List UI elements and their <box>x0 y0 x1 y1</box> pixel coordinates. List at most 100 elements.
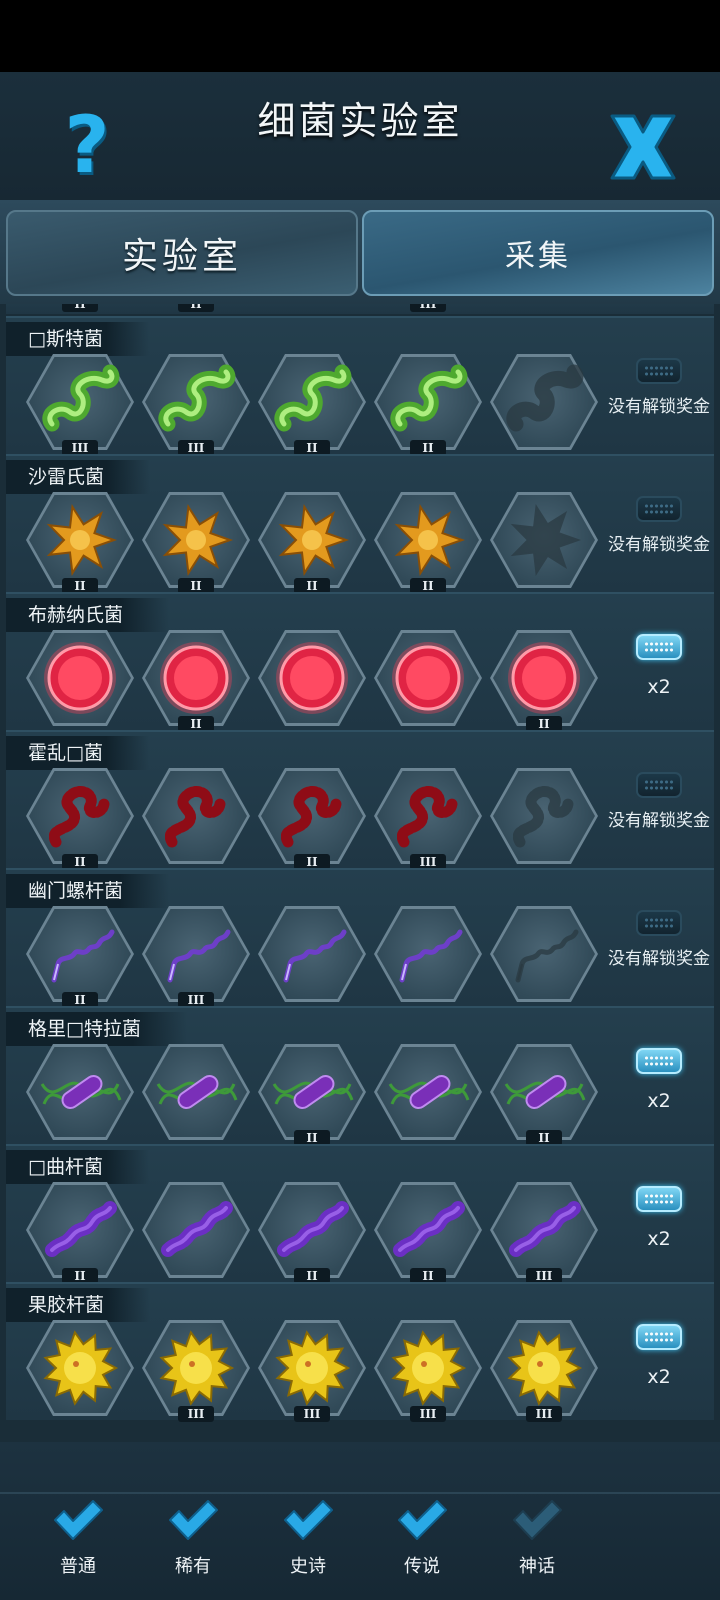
close-x-icon[interactable] <box>606 110 680 184</box>
green-spiral-bacterium-icon <box>158 364 236 432</box>
rarity-filter-toggle[interactable]: 史诗 <box>258 1498 358 1598</box>
bacteria-name: 格里□特拉菌 <box>6 1012 187 1046</box>
reward-chest-icon <box>636 496 682 522</box>
bacteria-slot[interactable] <box>374 906 482 1002</box>
tier-badge: II <box>178 304 214 312</box>
bacteria-slot[interactable] <box>142 1182 250 1278</box>
bacteria-slot[interactable] <box>374 1044 482 1140</box>
reward-area: x2 <box>604 1320 714 1416</box>
bacteria-slot[interactable] <box>258 630 366 726</box>
purple-chain-bacterium-icon <box>277 1201 349 1257</box>
bacteria-list[interactable]: II II III □斯特菌 III III II II 没有解锁奖金 沙雷氏菌 II… <box>0 304 720 1442</box>
bacteria-slot[interactable]: II <box>142 492 250 594</box>
bacteria-slot[interactable]: III <box>490 1320 598 1422</box>
bacteria-slot[interactable] <box>490 492 598 588</box>
bacteria-slot[interactable]: II <box>374 1182 482 1284</box>
bacteria-slot[interactable]: III <box>142 906 250 1008</box>
bacteria-slot[interactable]: II <box>258 1182 366 1284</box>
red-disc-bacterium-icon <box>276 642 348 714</box>
bacteria-row: 果胶杆菌 III III III III x2 <box>6 1282 714 1422</box>
status-bar <box>0 0 720 72</box>
tier-badge: III <box>178 1406 214 1422</box>
bacteria-slot[interactable]: II <box>258 768 366 870</box>
reward-area: 没有解锁奖金 <box>604 492 714 588</box>
rarity-filter-toggle[interactable]: 传说 <box>372 1498 472 1598</box>
rarity-filter-toggle[interactable]: 神话 <box>487 1498 587 1598</box>
chest-dots <box>644 779 674 791</box>
reward-area: x2 <box>604 1182 714 1278</box>
tab-laboratory[interactable]: 实验室 <box>6 210 358 296</box>
red-chain-bacterium-icon <box>48 786 110 848</box>
chest-dots <box>644 641 674 653</box>
bacteria-slot[interactable] <box>490 354 598 450</box>
bacteria-slot[interactable]: III <box>142 1320 250 1422</box>
bacteria-slot[interactable]: III <box>374 768 482 870</box>
checkmark-icon <box>513 1500 562 1540</box>
bacteria-slot[interactable]: III <box>258 1320 366 1422</box>
rarity-filter-label: 史诗 <box>290 1556 326 1577</box>
bacteria-slot[interactable]: II <box>26 1182 134 1284</box>
bacteria-slot[interactable]: II <box>258 492 366 594</box>
bacteria-slot[interactable]: III <box>490 1182 598 1284</box>
bacteria-name: □斯特菌 <box>6 322 149 356</box>
reward-chest-icon <box>636 358 682 384</box>
red-chain-bacterium-icon <box>512 786 574 848</box>
bacteria-slot[interactable]: III <box>142 354 250 456</box>
bacteria-slot[interactable] <box>374 630 482 726</box>
chest-dots <box>644 365 674 377</box>
bacteria-row: 幽门螺杆菌 II III 没有解锁奖金 <box>6 868 714 1008</box>
red-disc-bacterium-icon <box>508 642 580 714</box>
yellow-spiky-bacterium-icon <box>159 1330 235 1406</box>
reward-multiplier: x2 <box>647 1090 671 1112</box>
checkmark-icon <box>54 1500 103 1540</box>
tab-collect[interactable]: 采集 <box>362 210 714 296</box>
bacteria-slot[interactable] <box>26 1044 134 1140</box>
reward-area: x2 <box>604 630 714 726</box>
reward-chest-icon <box>636 634 682 660</box>
purple-chain-bacterium-icon <box>509 1201 581 1257</box>
yellow-spiky-bacterium-icon <box>391 1330 467 1406</box>
bacteria-slot[interactable] <box>490 768 598 864</box>
bacteria-name: 幽门螺杆菌 <box>6 874 170 908</box>
reward-chest-icon <box>636 1324 682 1350</box>
chest-dots <box>644 1331 674 1343</box>
bacteria-slot[interactable] <box>142 1044 250 1140</box>
red-disc-bacterium-icon <box>392 642 464 714</box>
purple-coil-bacterium-icon <box>51 929 115 983</box>
bacteria-slot[interactable]: II <box>26 492 134 594</box>
purple-rod-bacterium-icon <box>388 1074 470 1110</box>
bacteria-row-partial: II II III <box>6 304 714 314</box>
reward-multiplier: x2 <box>647 1366 671 1388</box>
purple-chain-bacterium-icon <box>161 1201 233 1257</box>
bacteria-slot[interactable]: III <box>374 1320 482 1422</box>
bacteria-slot[interactable]: II <box>490 630 598 732</box>
bacteria-slot[interactable]: II <box>374 354 482 456</box>
yellow-spiky-bacterium-icon <box>507 1330 583 1406</box>
reward-locked-text: 没有解锁奖金 <box>608 535 710 555</box>
header: ? 细菌实验室 <box>0 72 720 200</box>
bacteria-slot[interactable]: II <box>374 492 482 594</box>
bacteria-slot[interactable]: II <box>142 630 250 732</box>
bacteria-slot[interactable]: II <box>26 906 134 1008</box>
bacteria-slot[interactable]: II <box>258 1044 366 1146</box>
rarity-filter-toggle[interactable]: 稀有 <box>143 1498 243 1598</box>
bacteria-slot[interactable] <box>26 1320 134 1416</box>
rarity-filter-toggle[interactable]: 普通 <box>28 1498 128 1598</box>
bacteria-slot[interactable] <box>490 906 598 1002</box>
tier-badge: III <box>410 1406 446 1422</box>
reward-area: 没有解锁奖金 <box>604 768 714 864</box>
bacteria-slot[interactable]: II <box>26 768 134 870</box>
bacteria-slot[interactable]: III <box>26 354 134 456</box>
bacteria-slot[interactable]: II <box>490 1044 598 1146</box>
bacteria-slot[interactable] <box>142 768 250 864</box>
reward-locked-text: 没有解锁奖金 <box>608 397 710 417</box>
divider <box>0 1492 720 1494</box>
reward-area: 没有解锁奖金 <box>604 354 714 450</box>
reward-locked-text: 没有解锁奖金 <box>608 811 710 831</box>
bacteria-slot[interactable] <box>26 630 134 726</box>
bacteria-slot[interactable]: II <box>258 354 366 456</box>
bacteria-slot[interactable] <box>258 906 366 1002</box>
yellow-spiky-bacterium-icon <box>275 1330 351 1406</box>
rarity-filter-label: 传说 <box>404 1556 440 1577</box>
reward-chest-icon <box>636 772 682 798</box>
